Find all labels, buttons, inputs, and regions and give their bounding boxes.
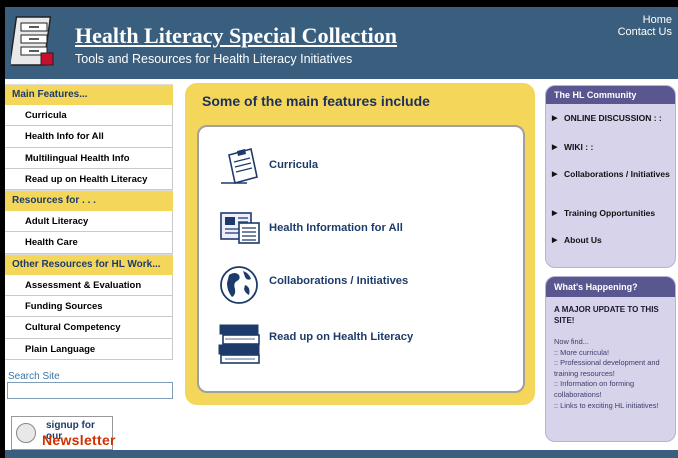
nav-item-adult-literacy[interactable]: Adult Literacy xyxy=(5,211,173,233)
features-list: Curricula Health Information for All Col… xyxy=(197,125,525,393)
nav-item-read-up-on-health-literacy[interactable]: Read up on Health Literacy xyxy=(5,168,173,191)
community-link-collaborations[interactable]: ▶ Collaborations / Initiatives xyxy=(552,169,675,179)
arrow-right-icon: ▶ xyxy=(552,144,558,151)
nav-section-main-features[interactable]: Main Features... xyxy=(5,84,173,105)
community-link-about-us[interactable]: ▶ About Us xyxy=(552,235,675,245)
feature-curricula-label: Curricula xyxy=(269,159,319,171)
feature-collaborations-label: Collaborations / Initiatives xyxy=(269,275,409,287)
left-navigation: Main Features... Curricula Health Info f… xyxy=(5,84,173,360)
community-link-label: Training Opportunities xyxy=(564,208,656,218)
nav-item-plain-language[interactable]: Plain Language xyxy=(5,338,173,360)
whats-happening-title: What's Happening? xyxy=(546,277,675,297)
major-update-headline: A MAJOR UPDATE TO THIS SITE! xyxy=(554,305,659,325)
feature-health-information-for-all[interactable]: Health Information for All xyxy=(217,205,517,251)
file-cabinet-logo-icon xyxy=(11,16,54,66)
feature-collaborations-initiatives[interactable]: Collaborations / Initiatives xyxy=(217,261,517,307)
community-link-wiki[interactable]: ▶ WIKI : : xyxy=(552,142,675,152)
globe-icon xyxy=(220,266,258,304)
site-subtitle: Tools and Resources for Health Literacy … xyxy=(75,52,353,66)
site-title[interactable]: Health Literacy Special Collection xyxy=(75,23,397,49)
community-link-label: ONLINE DISCUSSION : : xyxy=(564,113,662,123)
nav-item-cultural-competency[interactable]: Cultural Competency xyxy=(5,317,173,339)
whats-happening-text: Now find... :: More curricula! :: Profes… xyxy=(554,337,675,411)
arrow-right-icon: ▶ xyxy=(552,171,558,178)
feature-read-up-on-health-literacy[interactable]: Read up on Health Literacy xyxy=(217,319,517,365)
news-line: :: More curricula! xyxy=(554,347,610,357)
nav-item-funding-sources[interactable]: Funding Sources xyxy=(5,296,173,318)
document-icon xyxy=(220,212,260,244)
hl-community-panel: The HL Community ▶ ONLINE DISCUSSION : :… xyxy=(545,85,676,268)
nav-item-curricula[interactable]: Curricula xyxy=(5,105,173,127)
newsletter-label: Newsletter xyxy=(42,432,116,448)
search-label: Search Site xyxy=(8,371,60,382)
community-link-label: Collaborations / Initiatives xyxy=(564,169,670,179)
page: Health Literacy Special Collection Tools… xyxy=(5,7,678,458)
nav-item-multilingual-health-info[interactable]: Multilingual Health Info xyxy=(5,147,173,169)
top-links: Home Contact Us xyxy=(618,14,672,38)
arrow-right-icon: ▶ xyxy=(552,237,558,244)
news-line: :: Professional development and training… xyxy=(554,358,660,378)
feature-read-up-label: Read up on Health Literacy xyxy=(269,331,414,343)
news-line: Now find... xyxy=(554,337,589,346)
main-features-panel: Some of the main features include Curric… xyxy=(185,83,535,405)
community-link-online-discussion[interactable]: ▶ ONLINE DISCUSSION : : xyxy=(552,113,675,123)
whats-happening-panel: What's Happening? A MAJOR UPDATE TO THIS… xyxy=(545,276,676,442)
community-link-label: WIKI : : xyxy=(564,142,594,152)
books-icon xyxy=(218,324,260,364)
nav-section-resources-for[interactable]: Resources for . . . xyxy=(5,190,173,212)
community-link-training[interactable]: ▶ Training Opportunities xyxy=(552,208,675,218)
hl-community-title: The HL Community xyxy=(546,86,675,104)
envelope-icon xyxy=(16,423,36,443)
news-line: :: Links to exciting HL initiatives! xyxy=(554,400,659,410)
search-input[interactable] xyxy=(7,382,173,399)
home-link[interactable]: Home xyxy=(618,14,672,26)
news-line: :: Information on forming collaborations… xyxy=(554,379,635,399)
contact-us-link[interactable]: Contact Us xyxy=(618,26,672,38)
feature-curricula[interactable]: Curricula xyxy=(217,145,517,191)
nav-item-health-care[interactable]: Health Care xyxy=(5,232,173,254)
nav-item-assessment-evaluation[interactable]: Assessment & Evaluation xyxy=(5,274,173,297)
nav-item-health-info-for-all[interactable]: Health Info for All xyxy=(5,126,173,148)
site-header: Health Literacy Special Collection Tools… xyxy=(5,7,678,79)
arrow-right-icon: ▶ xyxy=(552,115,558,122)
community-link-label: About Us xyxy=(564,235,602,245)
main-features-heading: Some of the main features include xyxy=(202,93,430,109)
footer-bar xyxy=(5,450,678,458)
newsletter-signup-button[interactable]: signup for our Newsletter xyxy=(11,416,116,450)
clipboard-icon xyxy=(221,148,258,184)
arrow-right-icon: ▶ xyxy=(552,210,558,217)
nav-section-other-resources[interactable]: Other Resources for HL Work... xyxy=(5,253,173,275)
feature-health-information-label: Health Information for All xyxy=(269,222,403,234)
